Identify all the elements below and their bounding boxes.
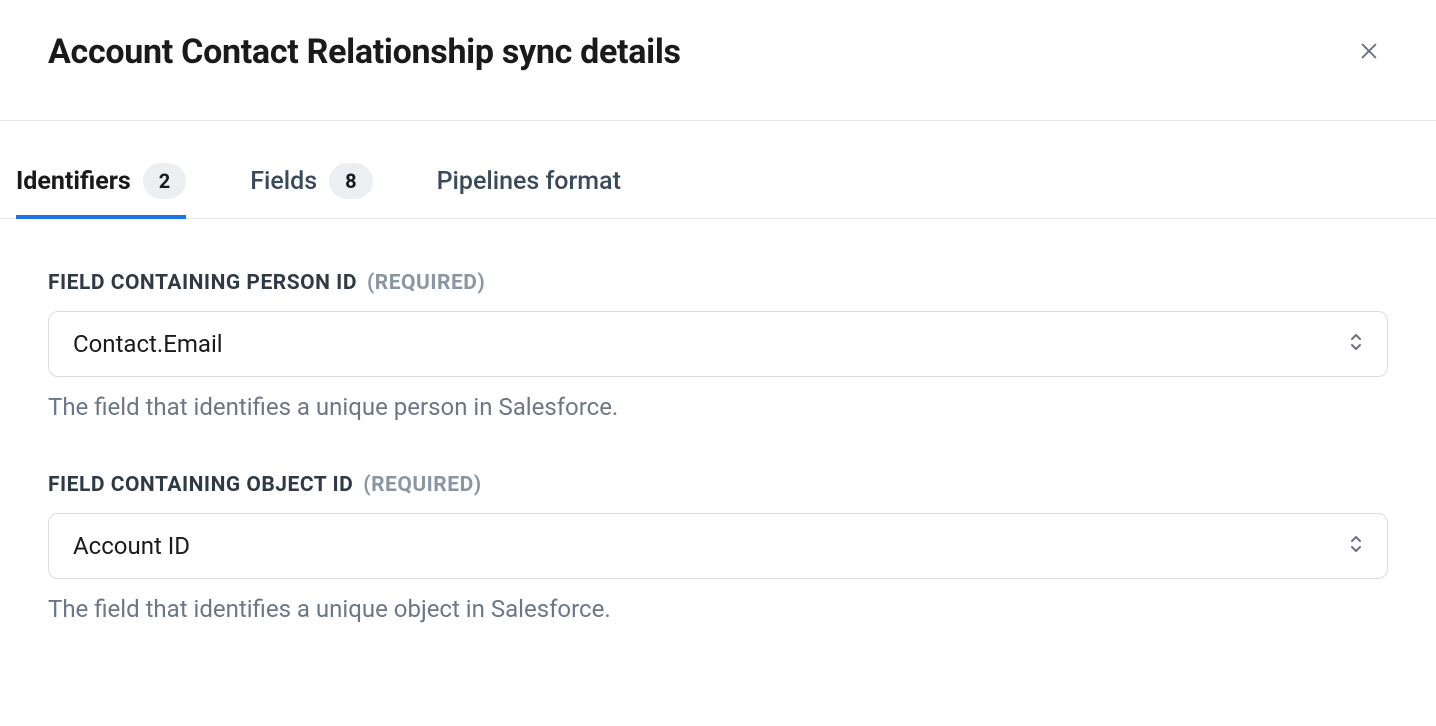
close-icon: [1358, 50, 1380, 65]
chevron-up-down-icon: [1349, 332, 1363, 356]
tab-identifiers-label: Identifiers: [16, 167, 131, 196]
person-id-help: The field that identifies a unique perso…: [48, 393, 1388, 421]
tabs-nav: Identifiers 2 Fields 8 Pipelines format: [0, 163, 1436, 219]
person-id-required: (REQUIRED): [367, 271, 485, 295]
person-id-label-row: FIELD CONTAINING PERSON ID (REQUIRED): [48, 271, 1388, 295]
tab-fields-label: Fields: [250, 167, 317, 196]
content-area: FIELD CONTAINING PERSON ID (REQUIRED) Co…: [0, 219, 1436, 623]
tab-pipelines-label: Pipelines format: [437, 167, 621, 196]
tab-identifiers[interactable]: Identifiers 2: [16, 163, 186, 219]
chevron-up-down-icon: [1349, 534, 1363, 558]
object-id-help: The field that identifies a unique objec…: [48, 595, 1388, 623]
object-id-label: FIELD CONTAINING OBJECT ID: [48, 473, 353, 497]
tab-fields[interactable]: Fields 8: [250, 163, 372, 219]
object-id-required: (REQUIRED): [363, 473, 481, 497]
form-group-person-id: FIELD CONTAINING PERSON ID (REQUIRED) Co…: [48, 271, 1388, 421]
page-header: Account Contact Relationship sync detail…: [0, 0, 1436, 121]
tab-fields-badge: 8: [329, 163, 372, 199]
tab-pipelines-format[interactable]: Pipelines format: [437, 163, 621, 219]
person-id-value: Contact.Email: [73, 330, 223, 358]
person-id-select[interactable]: Contact.Email: [48, 311, 1388, 377]
page-title: Account Contact Relationship sync detail…: [48, 32, 681, 72]
close-button[interactable]: [1354, 36, 1384, 69]
object-id-label-row: FIELD CONTAINING OBJECT ID (REQUIRED): [48, 473, 1388, 497]
tab-identifiers-badge: 2: [143, 163, 186, 199]
person-id-label: FIELD CONTAINING PERSON ID: [48, 271, 357, 295]
object-id-value: Account ID: [73, 532, 190, 560]
form-group-object-id: FIELD CONTAINING OBJECT ID (REQUIRED) Ac…: [48, 473, 1388, 623]
object-id-select[interactable]: Account ID: [48, 513, 1388, 579]
